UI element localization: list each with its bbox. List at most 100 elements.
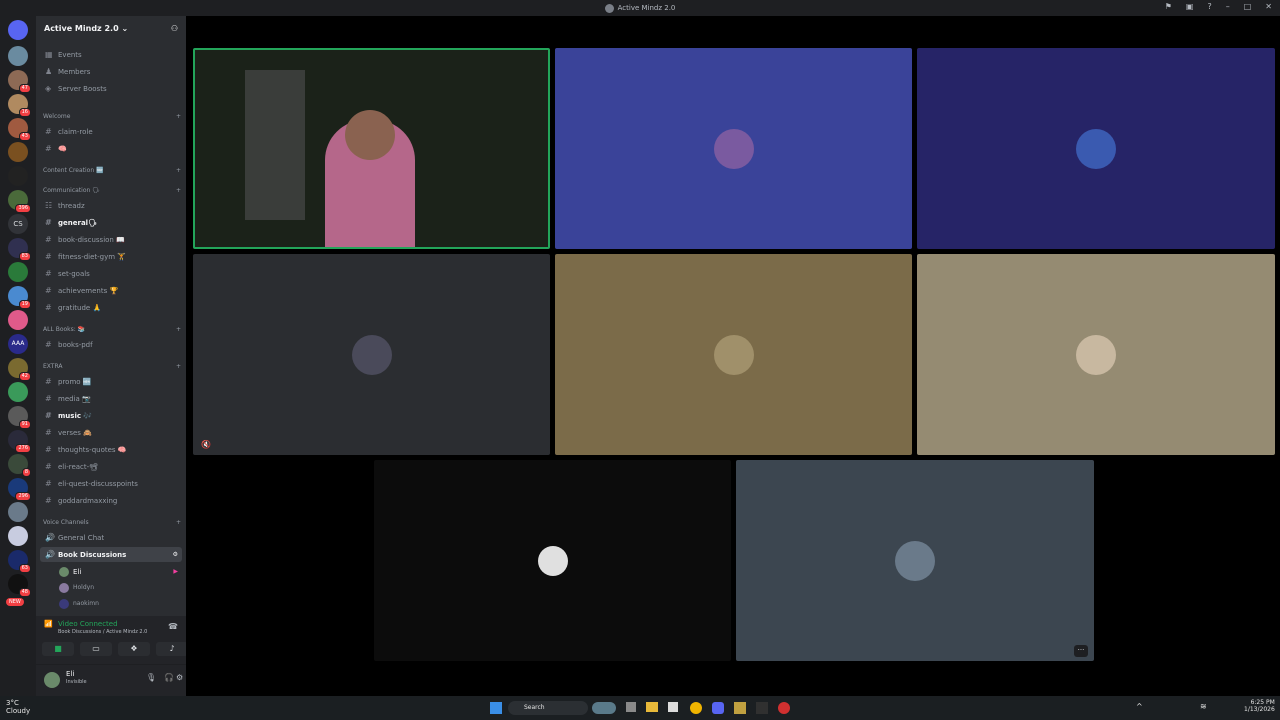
add-channel-icon[interactable]: + (176, 187, 181, 194)
microphone-icon[interactable]: 🎙 (146, 673, 156, 682)
server-icon[interactable]: 83 (8, 238, 31, 261)
chrome-icon[interactable] (690, 702, 702, 714)
avatar[interactable] (44, 672, 60, 688)
channel-threadz[interactable]: ☷ threadz (40, 198, 182, 213)
discord-home-icon[interactable] (8, 20, 28, 40)
headphones-icon[interactable]: 🎧 (164, 673, 174, 682)
channel-promo[interactable]: # promo 🆕 (40, 374, 182, 389)
voice-member[interactable]: naokimn (54, 596, 182, 611)
server-icon[interactable]: 16 (8, 94, 31, 117)
server-icon[interactable]: AAA (8, 334, 28, 354)
app-icon[interactable] (734, 702, 746, 714)
server-icon[interactable]: 396 (8, 190, 31, 213)
discord-icon[interactable] (712, 702, 724, 714)
server-icon[interactable] (8, 46, 28, 66)
server-icon[interactable]: 48 (8, 574, 31, 597)
app-icon[interactable] (778, 702, 790, 714)
inbox-icon[interactable]: ▣ (1186, 2, 1194, 11)
add-channel-icon[interactable]: + (176, 326, 181, 333)
more-options-icon[interactable]: ··· (1074, 645, 1088, 657)
channel-music[interactable]: # music 🎶 (40, 408, 182, 423)
channel-brain[interactable]: # 🧠 (40, 141, 182, 156)
soundboard-button[interactable]: ♪ (156, 642, 188, 656)
clock[interactable]: 6:25 PM 1/13/2026 (1244, 699, 1275, 713)
server-icon[interactable] (8, 142, 28, 162)
category-extra[interactable]: EXTRA + (43, 363, 181, 370)
server-icon[interactable]: 63 (8, 550, 31, 573)
voice-member[interactable]: Holdyn (54, 580, 182, 595)
weather-widget[interactable]: 3°C Cloudy (6, 699, 30, 715)
server-icon[interactable]: 91 (8, 406, 31, 429)
connection-location[interactable]: Book Discussions / Active Mindz 2.0 (58, 629, 147, 635)
settings-icon[interactable]: ⚙ (173, 551, 178, 558)
disconnect-icon[interactable]: ☎ (168, 622, 178, 631)
add-channel-icon[interactable]: + (176, 363, 181, 370)
server-boosts-item[interactable]: ◈ Server Boosts (40, 81, 182, 96)
server-icon[interactable] (8, 526, 28, 546)
add-channel-icon[interactable]: + (176, 167, 181, 174)
channel-gratitude[interactable]: # gratitude 🙏 (40, 300, 182, 315)
channel-media[interactable]: # media 📷 (40, 391, 182, 406)
maximize-icon[interactable]: □ (1244, 2, 1252, 11)
channel-books-pdf[interactable]: # books-pdf (40, 337, 182, 352)
channel-set-goals[interactable]: # set-goals (40, 266, 182, 281)
server-icon[interactable]: 8 (8, 454, 31, 477)
windows-start-icon[interactable] (490, 702, 502, 714)
members-item[interactable]: ♟ Members (40, 64, 182, 79)
category-content-creation[interactable]: Content Creation 🆕 + (43, 167, 181, 174)
events-item[interactable]: ▦ Events (40, 47, 182, 62)
server-icon[interactable]: CS (8, 214, 28, 234)
video-tile[interactable] (374, 460, 731, 661)
voice-channel-general-chat[interactable]: 🔊 General Chat (40, 530, 182, 545)
channel-claim-role[interactable]: # claim-role (40, 124, 182, 139)
server-icon[interactable]: 42 (8, 358, 31, 381)
pin-icon[interactable]: ⚑ (1165, 2, 1172, 11)
video-tile[interactable] (555, 48, 912, 249)
server-icon[interactable]: 43 (8, 118, 31, 141)
add-channel-icon[interactable]: + (176, 113, 181, 120)
wifi-icon[interactable]: ≋ (1200, 702, 1207, 711)
category-welcome[interactable]: Welcome + (43, 113, 181, 120)
channel-book-discussion[interactable]: # book-discussion 📖 (40, 232, 182, 247)
server-icon[interactable]: 296 (8, 478, 31, 501)
search-input[interactable]: Search (508, 701, 588, 715)
invite-icon[interactable]: ⚇ (171, 24, 178, 33)
activities-button[interactable]: ❖ (118, 642, 150, 656)
screen-share-button[interactable]: ▭ (80, 642, 112, 656)
tray-chevron-icon[interactable]: ^ (1136, 702, 1143, 711)
server-header[interactable]: Active Mindz 2.0 ⌄ ⚇ (36, 16, 186, 40)
channel-eli-quest[interactable]: # eli-quest-discusspoints (40, 476, 182, 491)
server-icon[interactable]: 276 (8, 430, 31, 453)
server-icon[interactable] (8, 262, 28, 282)
terminal-icon[interactable] (756, 702, 768, 714)
voice-member[interactable]: Eli ▶ (54, 564, 182, 579)
server-icon[interactable]: 19 (8, 286, 31, 309)
channel-thoughts[interactable]: # thoughts-quotes 🧠 (40, 442, 182, 457)
server-icon[interactable] (8, 310, 28, 330)
user-name[interactable]: Eli (66, 670, 74, 678)
close-icon[interactable]: ✕ (1265, 2, 1272, 11)
channel-general[interactable]: # general🗣 (40, 215, 182, 230)
voice-channel-book-discussions[interactable]: 🔊 Book Discussions ⚙ (40, 547, 182, 562)
camera-button[interactable]: ■ (42, 642, 74, 656)
server-icon[interactable] (8, 502, 28, 522)
server-icon[interactable] (8, 166, 28, 186)
video-tile[interactable] (917, 254, 1275, 455)
minimize-icon[interactable]: – (1226, 2, 1230, 11)
add-channel-icon[interactable]: + (176, 519, 181, 526)
channel-fitness[interactable]: # fitness-diet-gym 🏋 (40, 249, 182, 264)
video-tile[interactable]: 🔇 (193, 254, 550, 455)
channel-goddard[interactable]: # goddardmaxxing (40, 493, 182, 508)
file-explorer-icon[interactable] (646, 702, 658, 712)
category-communication[interactable]: Communication 🗣 + (43, 187, 181, 194)
gear-icon[interactable]: ⚙ (176, 673, 183, 682)
channel-achievements[interactable]: # achievements 🏆 (40, 283, 182, 298)
channel-eli-react[interactable]: # eli-react-📽 (40, 459, 182, 474)
notepad-icon[interactable] (668, 702, 678, 712)
server-icon[interactable] (8, 382, 28, 402)
server-icon[interactable]: 47 (8, 70, 31, 93)
video-tile[interactable] (917, 48, 1275, 249)
task-view-icon[interactable] (626, 702, 636, 712)
category-all-books[interactable]: ALL Books: 📚 + (43, 326, 181, 333)
video-tile-camera[interactable] (193, 48, 550, 249)
